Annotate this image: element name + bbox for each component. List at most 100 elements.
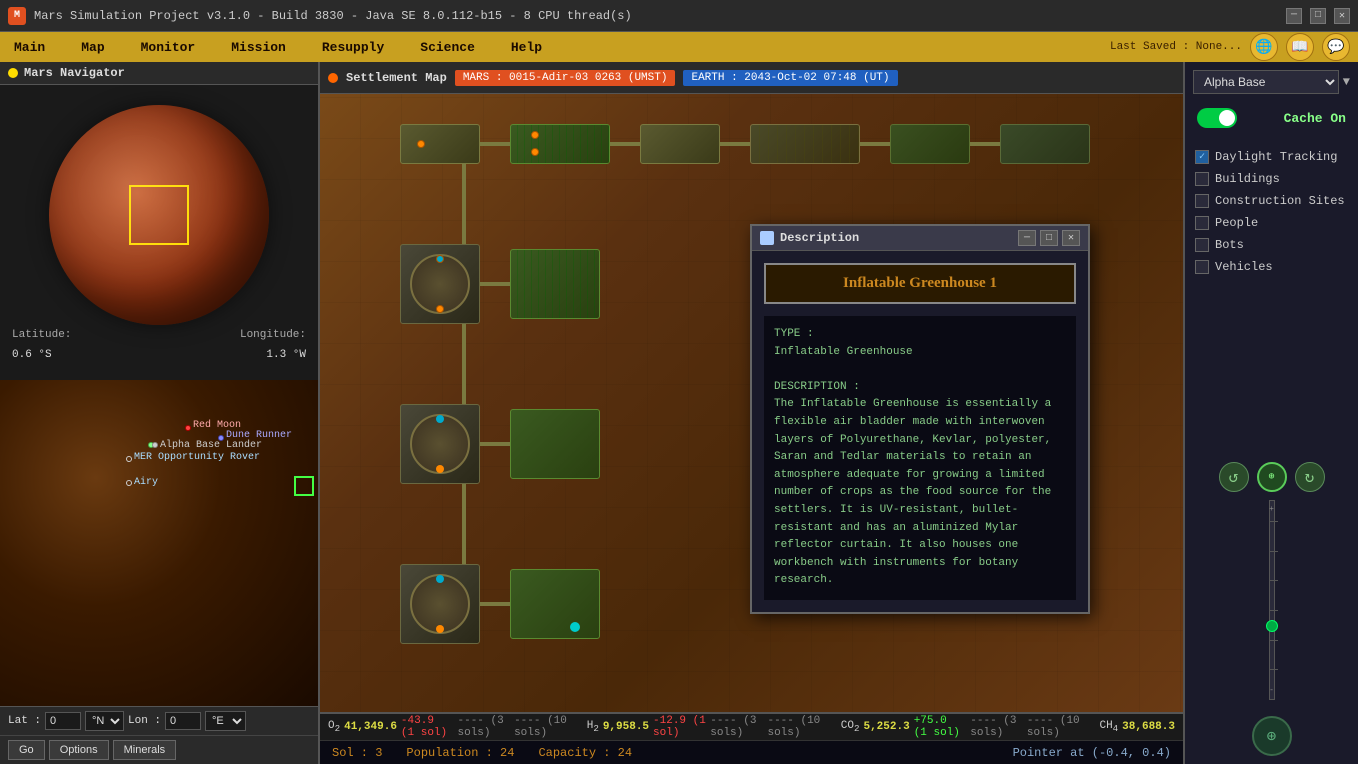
minerals-button[interactable]: Minerals [113, 740, 177, 760]
co2-value: 5,252.3 [863, 721, 909, 733]
dialog-close-button[interactable]: ✕ [1062, 230, 1080, 246]
building-row-1 [400, 124, 1090, 164]
close-button[interactable]: ✕ [1334, 8, 1350, 24]
building-5[interactable] [890, 124, 970, 164]
dome2-dot-bottom [436, 465, 444, 473]
o2-value: 41,349.6 [344, 721, 397, 733]
location-label-alpha-base-lander: Alpha Base Lander [160, 440, 262, 451]
building-1[interactable] [400, 124, 480, 164]
bots-checkbox[interactable] [1195, 238, 1209, 252]
location-dot-mer-rover [126, 456, 132, 462]
construction-sites-row[interactable]: Construction Sites [1193, 190, 1350, 212]
bots-row[interactable]: Bots [1193, 234, 1350, 256]
minimize-button[interactable]: ─ [1286, 8, 1302, 24]
buildings-checkbox[interactable] [1195, 172, 1209, 186]
building-4[interactable] [750, 124, 860, 164]
menubar: Main Map Monitor Mission Resupply Scienc… [0, 32, 1358, 62]
menu-help[interactable]: Help [505, 36, 548, 59]
menu-map[interactable]: Map [75, 36, 110, 59]
dialog-titlebar: Description ─ □ ✕ [752, 226, 1088, 251]
sol-display: Sol : 3 [332, 746, 382, 760]
base-select-dropdown[interactable]: Alpha Base [1193, 70, 1339, 94]
mars-globe[interactable] [49, 105, 269, 325]
map-canvas[interactable]: Description ─ □ ✕ Inflatable Greenhouse … [320, 94, 1183, 712]
lat-direction-select[interactable]: °N°S [85, 711, 124, 731]
rotate-left-button[interactable]: ↺ [1219, 462, 1249, 492]
menu-mission[interactable]: Mission [225, 36, 292, 59]
longitude-input[interactable] [165, 712, 201, 730]
base-arrow-icon: ▼ [1343, 75, 1350, 89]
app-icon: M [8, 7, 26, 25]
surface-background [0, 380, 318, 706]
description-text-area: TYPE : Inflatable Greenhouse DESCRIPTION… [764, 316, 1076, 600]
connector-5 [970, 142, 1000, 146]
construction-sites-checkbox[interactable] [1195, 194, 1209, 208]
latitude-input[interactable] [45, 712, 81, 730]
v-connector-2 [462, 324, 466, 404]
building-3[interactable] [640, 124, 720, 164]
discord-icon-btn[interactable]: 💬 [1322, 33, 1350, 61]
people-checkbox[interactable] [1195, 216, 1209, 230]
daylight-tracking-row[interactable]: ✓ Daylight Tracking [1193, 146, 1350, 168]
main-layout: Mars Navigator Latitude: Longitude: 0.6 … [0, 62, 1358, 764]
longitude-label: Longitude: [240, 329, 306, 341]
h-conn-r3 [480, 442, 510, 446]
lon-direction-select[interactable]: °E°W [205, 711, 246, 731]
connector-2 [610, 142, 640, 146]
book-icon-btn[interactable]: 📖 [1286, 33, 1314, 61]
teal-dot-map [570, 622, 580, 632]
h2-sols10: ---- (10 sols) [767, 715, 824, 739]
menu-resupply[interactable]: Resupply [316, 36, 390, 59]
h-conn-r4 [480, 602, 510, 606]
rotate-right-button[interactable]: ↻ [1295, 462, 1325, 492]
menu-science[interactable]: Science [414, 36, 481, 59]
left-panel: Mars Navigator Latitude: Longitude: 0.6 … [0, 62, 320, 764]
h2-reading: H2 9,958.5 -12.9 (1 sol) ---- (3 sols) -… [587, 715, 825, 739]
menu-main[interactable]: Main [8, 36, 51, 59]
zoom-bar-container: + - [1193, 500, 1350, 700]
mars-globe-area: Latitude: Longitude: 0.6 °S 1.3 °W [0, 85, 318, 380]
people-row[interactable]: People [1193, 212, 1350, 234]
compass-button[interactable]: ⊕ [1252, 716, 1292, 756]
building-row-2 [400, 244, 600, 324]
vehicles-row[interactable]: Vehicles [1193, 256, 1350, 278]
greenhouse-r2[interactable] [510, 249, 600, 319]
type-value: Inflatable Greenhouse [774, 346, 913, 358]
vehicles-checkbox[interactable] [1195, 260, 1209, 274]
cache-toggle-switch[interactable] [1197, 108, 1237, 128]
dome2-dot-top [436, 415, 444, 423]
titlebar: M Mars Simulation Project v3.1.0 - Build… [0, 0, 1358, 32]
cache-label: Cache On [1284, 111, 1346, 126]
greenhouse-r4[interactable] [510, 569, 600, 639]
greenhouse-r3[interactable] [510, 409, 600, 479]
dialog-title-text: Description [780, 231, 859, 245]
buildings-row[interactable]: Buildings [1193, 168, 1350, 190]
connector-3 [720, 142, 750, 146]
daylight-tracking-checkbox[interactable]: ✓ [1195, 150, 1209, 164]
earth-time-badge: EARTH : 2043-Oct-02 07:48 (UT) [683, 70, 897, 86]
compass-icon: ⊕ [1267, 726, 1277, 746]
center-button[interactable]: ⊕ [1257, 462, 1287, 492]
circular-building-3[interactable] [400, 564, 480, 644]
zoom-indicator [1266, 620, 1278, 632]
go-button[interactable]: Go [8, 740, 45, 760]
options-button[interactable]: Options [49, 740, 109, 760]
h2-value: 9,958.5 [603, 721, 649, 733]
globe-icon-btn[interactable]: 🌐 [1250, 33, 1278, 61]
building-greenhouse-top[interactable] [510, 124, 610, 164]
zoom-bar[interactable]: + - [1269, 500, 1275, 700]
maximize-button[interactable]: □ [1310, 8, 1326, 24]
dot-2 [531, 148, 539, 156]
nav-indicator [8, 68, 18, 78]
building-6[interactable] [1000, 124, 1090, 164]
dialog-maximize-button[interactable]: □ [1040, 230, 1058, 246]
building-dot-1 [417, 140, 425, 148]
circular-building-2[interactable] [400, 404, 480, 484]
menu-monitor[interactable]: Monitor [135, 36, 202, 59]
dome3-dot-bottom [436, 625, 444, 633]
zoom-tick-5 [1270, 640, 1278, 641]
toggle-knob [1219, 110, 1235, 126]
circular-building-1[interactable] [400, 244, 480, 324]
dialog-minimize-button[interactable]: ─ [1018, 230, 1036, 246]
vehicles-label: Vehicles [1215, 260, 1273, 274]
